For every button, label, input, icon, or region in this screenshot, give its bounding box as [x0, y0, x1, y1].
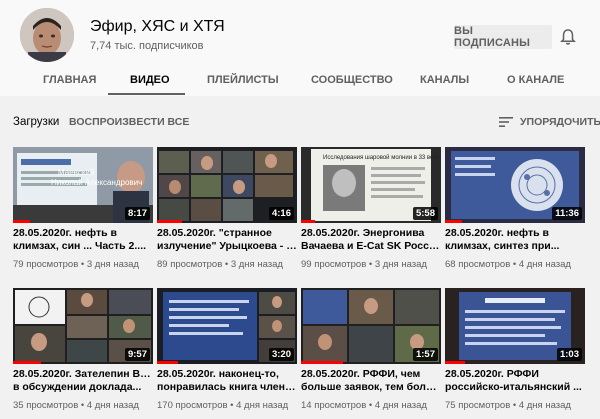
video-meta: 75 просмотров • 4 дня назад [445, 400, 571, 411]
videos-section: Загрузки ВОСПРОИЗВЕСТИ ВСЕ УПОРЯДОЧИТЬ М… [0, 96, 600, 419]
video-thumbnail[interactable]: 11:36 [445, 147, 585, 223]
tab-videos[interactable]: ВИДЕО [130, 74, 170, 86]
video-duration: 4:16 [268, 207, 294, 220]
sort-icon[interactable] [499, 115, 513, 127]
video-thumbnail[interactable]: Маевский Николай Александрович 8:17 [13, 147, 153, 223]
video-duration: 5:58 [412, 207, 438, 220]
video-meta: 99 просмотров • 3 дня назад [301, 259, 427, 270]
channel-avatar[interactable] [20, 8, 74, 62]
video-meta: 68 просмотров • 4 дня назад [445, 259, 571, 270]
channel-header: Эфир, ХЯС и ХТЯ 7,74 тыс. подписчиков ВЫ… [0, 0, 600, 66]
video-title[interactable]: 28.05.2020г. "странное излучение" Урыцкое… [157, 227, 297, 253]
svg-text:Исследования шаровой молнии в: Исследования шаровой молнии в 33 веке [323, 154, 440, 161]
watch-progress-bar [157, 220, 183, 223]
watch-progress-bar [13, 361, 41, 364]
video-title[interactable]: 28.05.2020г. нефть в климзах, синтез при.… [445, 227, 585, 253]
channel-name: Эфир, ХЯС и ХТЯ [90, 18, 225, 35]
video-meta: 89 просмотров • 3 дня назад [157, 259, 283, 270]
watch-progress-bar [13, 220, 30, 223]
channel-tabs: ГЛАВНАЯ ВИДЕО ПЛЕЙЛИСТЫ СООБЩЕСТВО КАНАЛ… [0, 66, 600, 96]
video-meta: 79 просмотров • 3 дня назад [13, 259, 139, 270]
tab-home[interactable]: ГЛАВНАЯ [43, 74, 96, 86]
watch-progress-bar [445, 220, 462, 223]
tab-community[interactable]: СООБЩЕСТВО [311, 74, 393, 86]
watch-progress-bar [157, 361, 178, 364]
tab-about[interactable]: О КАНАЛЕ [507, 74, 564, 86]
sort-button[interactable]: УПОРЯДОЧИТЬ [520, 116, 600, 128]
video-thumbnail[interactable]: 1:57 [301, 288, 441, 364]
video-duration: 11:36 [552, 207, 582, 220]
active-tab-indicator [108, 93, 185, 95]
video-meta: 170 просмотров • 4 дня назад [157, 400, 289, 411]
video-duration: 1:03 [556, 348, 582, 361]
video-thumbnail[interactable]: 9:57 [13, 288, 153, 364]
video-title[interactable]: 28.05.2020г. РФФИ российско-итальянский .… [445, 368, 585, 394]
svg-text:Николай Александрович: Николай Александрович [51, 178, 142, 187]
section-title: Загрузки [13, 116, 60, 128]
watch-progress-bar [445, 361, 465, 364]
svg-text:Маевский: Маевский [58, 168, 94, 177]
video-title[interactable]: 28.05.2020г. Энергонива Вачаева и E-Cat S… [301, 227, 441, 253]
video-thumbnail[interactable]: 1:03 [445, 288, 585, 364]
video-title[interactable]: 28.05.2020г. нефть в климзах, син ... Час… [13, 227, 153, 253]
watch-progress-bar [301, 361, 343, 364]
video-duration: 8:17 [124, 207, 150, 220]
video-thumbnail[interactable]: 4:16 [157, 147, 297, 223]
subscriber-count: 7,74 тыс. подписчиков [90, 40, 204, 52]
video-meta: 14 просмотров • 4 дня назад [301, 400, 427, 411]
tab-channels[interactable]: КАНАЛЫ [420, 74, 469, 86]
video-duration: 3:20 [268, 348, 294, 361]
play-all-button[interactable]: ВОСПРОИЗВЕСТИ ВСЕ [69, 116, 189, 128]
video-title[interactable]: 28.05.2020г. наконец-то, понравилась книг… [157, 368, 297, 394]
watch-progress-bar [301, 220, 315, 223]
video-duration: 9:57 [124, 348, 150, 361]
video-thumbnail[interactable]: Исследования шаровой молнии в 33 веке 5:… [301, 147, 441, 223]
video-title[interactable]: 28.05.2020г. РФФИ, чем больше заявок, тем… [301, 368, 441, 394]
video-duration: 1:57 [412, 348, 438, 361]
subscribed-button[interactable]: ВЫ ПОДПИСАНЫ [454, 25, 552, 49]
video-thumbnail[interactable]: 3:20 [157, 288, 297, 364]
video-title[interactable]: 28.05.2020г. Зателепин В.Н. в обсуждении … [13, 368, 153, 394]
bell-icon[interactable] [560, 28, 576, 46]
video-meta: 35 просмотров • 4 дня назад [13, 400, 139, 411]
tab-playlists[interactable]: ПЛЕЙЛИСТЫ [207, 74, 279, 86]
